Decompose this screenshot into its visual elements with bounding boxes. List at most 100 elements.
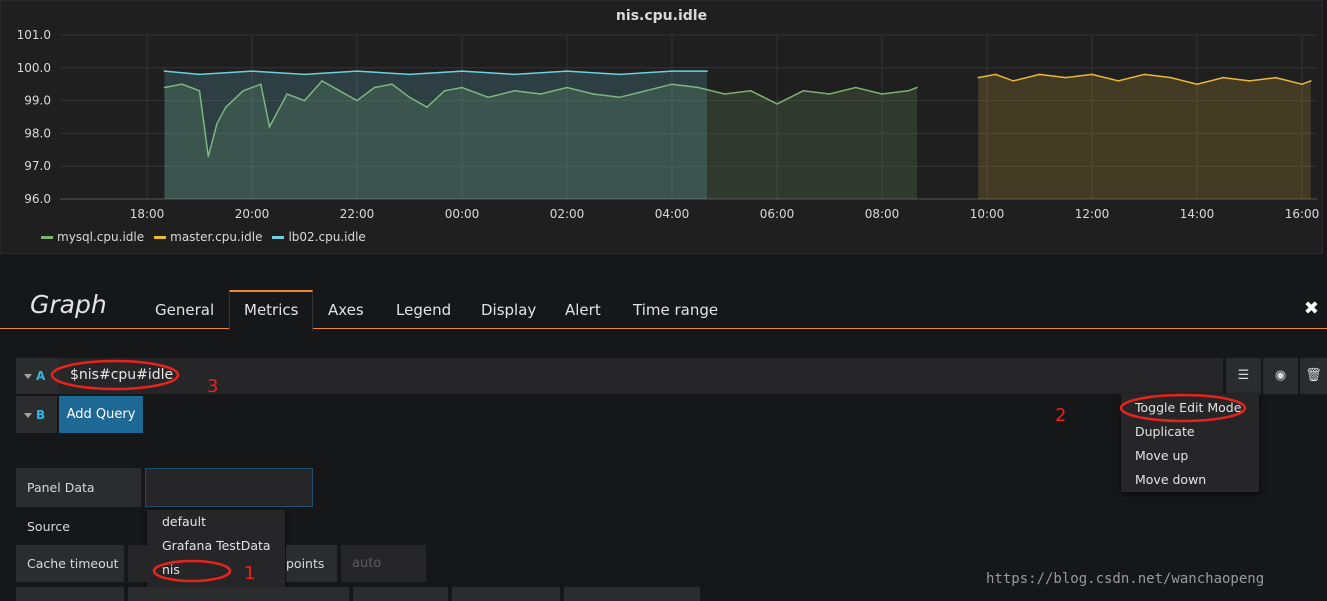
x-tick-label: 14:00 bbox=[1180, 207, 1215, 221]
query-option-button[interactable] bbox=[128, 587, 349, 601]
data-point bbox=[1222, 76, 1225, 79]
data-point bbox=[1038, 73, 1041, 76]
x-tick-label: 12:00 bbox=[1075, 207, 1110, 221]
x-tick-label: 10:00 bbox=[970, 207, 1005, 221]
panel-title[interactable]: nis.cpu.idle bbox=[1, 8, 1322, 24]
tab-time-range[interactable]: Time range bbox=[619, 292, 732, 328]
tab-general[interactable]: General bbox=[141, 292, 228, 328]
graph-panel: 101.0 100.0 99.0 98.0 97.0 96.0 18:00 20:00 22:0… bbox=[0, 0, 1323, 254]
data-point bbox=[1248, 80, 1251, 82]
legend-label: mysql.cpu.idle bbox=[57, 230, 145, 244]
data-point bbox=[408, 73, 411, 76]
legend-item-lb02[interactable]: lb02.cpu.idle bbox=[272, 230, 366, 244]
data-point bbox=[303, 73, 306, 76]
x-tick-label: 22:00 bbox=[340, 207, 375, 221]
option-default[interactable]: default bbox=[162, 514, 206, 529]
trash-icon[interactable]: 🗑 bbox=[1300, 358, 1327, 394]
option-nis[interactable]: nis bbox=[162, 562, 180, 577]
editor-title: Graph bbox=[30, 290, 107, 319]
legend-swatch bbox=[41, 235, 53, 239]
menu-item-duplicate[interactable]: Duplicate bbox=[1135, 424, 1195, 439]
data-point bbox=[198, 73, 201, 76]
data-point bbox=[855, 86, 857, 89]
query-editor-a[interactable] bbox=[59, 358, 1223, 394]
data-point bbox=[671, 70, 673, 72]
data-point bbox=[1065, 76, 1067, 79]
data-point bbox=[566, 70, 568, 72]
x-tick-label: 16:00 bbox=[1285, 207, 1320, 221]
data-point bbox=[618, 73, 621, 76]
y-tick-label: 100.0 bbox=[17, 61, 51, 75]
data-point bbox=[706, 70, 708, 72]
data-point bbox=[828, 93, 831, 95]
data-point bbox=[1275, 76, 1277, 79]
legend-item-mysql[interactable]: mysql.cpu.idle bbox=[41, 230, 144, 244]
close-icon[interactable]: ✖ bbox=[1304, 298, 1319, 319]
data-point bbox=[1310, 80, 1312, 82]
collapse-icon bbox=[24, 374, 32, 379]
menu-item-move-up[interactable]: Move up bbox=[1135, 448, 1188, 463]
menu-item-move-down[interactable]: Move down bbox=[1135, 472, 1206, 487]
annotation-number: 1 bbox=[244, 563, 256, 584]
query-option-button[interactable] bbox=[564, 587, 700, 601]
query-option-button[interactable] bbox=[353, 587, 448, 601]
data-point bbox=[881, 93, 883, 95]
query-option-button[interactable] bbox=[452, 587, 560, 601]
eye-icon[interactable]: ◉ bbox=[1263, 358, 1298, 394]
data-point bbox=[1143, 73, 1146, 76]
data-point bbox=[1012, 80, 1015, 82]
data-point bbox=[251, 70, 253, 72]
legend-label: master.cpu.idle bbox=[170, 230, 263, 244]
data-point bbox=[1091, 73, 1093, 76]
query-ref-a[interactable]: A bbox=[24, 369, 45, 383]
add-query-button[interactable]: Add Query bbox=[59, 396, 143, 433]
data-source-select[interactable] bbox=[145, 468, 313, 507]
data-point bbox=[907, 90, 910, 92]
tab-metrics[interactable]: Metrics bbox=[229, 290, 314, 331]
watermark: https://blog.csdn.net/wanchaopeng bbox=[986, 571, 1265, 587]
legend: mysql.cpu.idle master.cpu.idle lb02.cpu.… bbox=[41, 230, 366, 244]
data-point bbox=[513, 73, 516, 76]
y-tick-label: 99.0 bbox=[24, 94, 51, 108]
query-option-button[interactable] bbox=[16, 587, 124, 601]
y-tick-label: 101.0 bbox=[17, 28, 51, 42]
menu-item-toggle-edit-mode[interactable]: Toggle Edit Mode bbox=[1135, 400, 1241, 415]
x-tick-label: 20:00 bbox=[235, 207, 270, 221]
legend-swatch bbox=[154, 235, 167, 239]
data-point bbox=[1196, 83, 1198, 85]
annotation-number: 3 bbox=[207, 376, 219, 397]
y-tick-label: 97.0 bbox=[24, 159, 51, 173]
x-tick-label: 06:00 bbox=[760, 207, 795, 221]
query-ref-b[interactable]: B bbox=[24, 408, 45, 422]
data-point bbox=[356, 70, 358, 72]
data-point bbox=[461, 70, 463, 72]
data-point bbox=[1117, 80, 1120, 82]
panel-data-source-label: Panel Data Source bbox=[16, 468, 141, 534]
data-point bbox=[723, 93, 726, 95]
legend-label: lb02.cpu.idle bbox=[288, 230, 366, 244]
tab-axes[interactable]: Axes bbox=[314, 292, 378, 328]
series-area bbox=[164, 71, 707, 199]
data-point bbox=[1301, 83, 1303, 85]
data-point bbox=[916, 86, 918, 89]
annotation-number: 2 bbox=[1055, 405, 1067, 426]
tab-legend[interactable]: Legend bbox=[382, 292, 465, 328]
data-point bbox=[802, 90, 805, 92]
menu-icon[interactable]: ☰ bbox=[1226, 358, 1261, 394]
cache-timeout-label: Cache timeout bbox=[16, 545, 124, 582]
option-grafana-testdata[interactable]: Grafana TestData bbox=[162, 538, 271, 553]
data-point bbox=[776, 103, 778, 105]
max-points-input[interactable]: auto bbox=[341, 545, 426, 582]
x-tick-label: 18:00 bbox=[130, 207, 165, 221]
query-text-a[interactable]: $nis#cpu#idle bbox=[70, 367, 173, 383]
series-area bbox=[978, 74, 1311, 199]
line-chart: 101.0 100.0 99.0 98.0 97.0 96.0 18:00 20:00 22:0… bbox=[17, 28, 1320, 221]
y-tick-label: 96.0 bbox=[24, 192, 51, 206]
cache-timeout-input[interactable] bbox=[128, 545, 156, 582]
tab-alert[interactable]: Alert bbox=[551, 292, 615, 328]
collapse-icon bbox=[24, 413, 32, 418]
x-tick-label: 00:00 bbox=[445, 207, 480, 221]
data-point bbox=[750, 90, 752, 92]
legend-item-master[interactable]: master.cpu.idle bbox=[154, 230, 262, 244]
tab-display[interactable]: Display bbox=[467, 292, 550, 328]
